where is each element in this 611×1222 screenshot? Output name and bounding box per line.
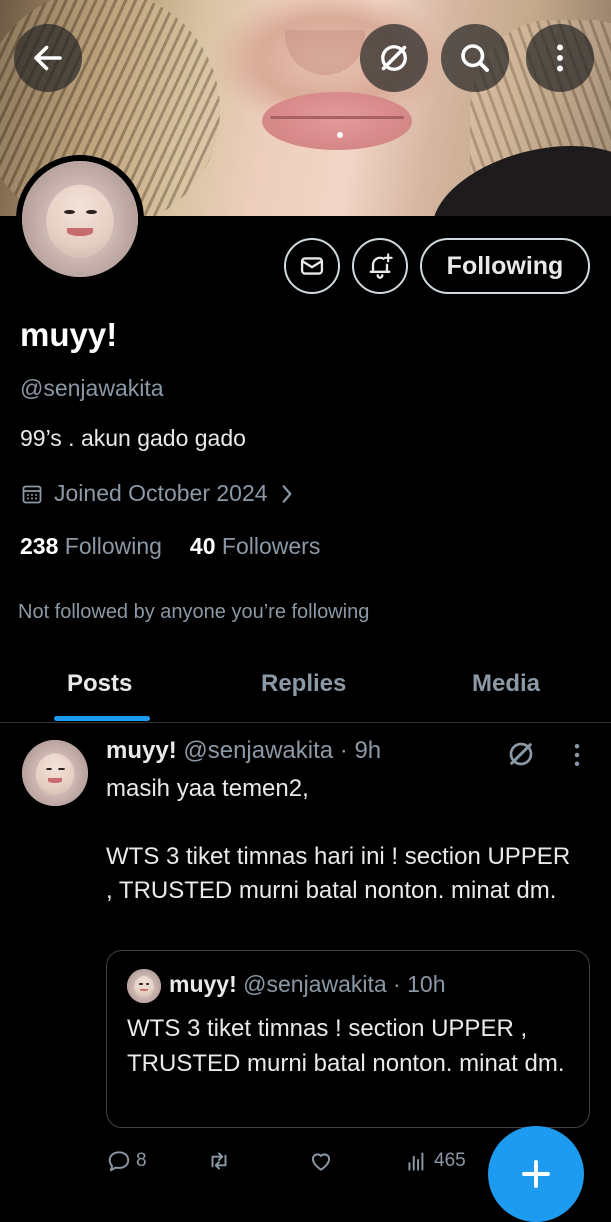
joined-date-text: Joined October 2024: [54, 480, 268, 506]
more-button[interactable]: [526, 24, 594, 92]
following-count: 238: [20, 533, 59, 559]
avatar-photo: [22, 740, 88, 806]
views-button[interactable]: 465: [404, 1148, 466, 1174]
bell-plus-icon: [369, 253, 393, 279]
follow-stats: 238 Following 40 Followers: [20, 533, 320, 560]
post-header: muyy! @senjawakita · 9h: [106, 737, 381, 765]
views-count: 465: [434, 1150, 466, 1171]
profile-tabs: Posts Replies Media: [0, 650, 611, 723]
following-stat[interactable]: 238 Following: [20, 533, 162, 560]
banner-lips: [262, 92, 412, 150]
like-button[interactable]: [308, 1148, 338, 1174]
quoted-post[interactable]: muyy! @senjawakita · 10h WTS 3 tiket tim…: [106, 950, 590, 1128]
post-author-avatar[interactable]: [22, 740, 88, 806]
search-icon: [461, 44, 489, 72]
avatar-photo: [127, 969, 161, 1003]
envelope-icon: [300, 257, 324, 275]
post-actions: 8 465: [106, 1148, 526, 1178]
banner-piercing: [337, 132, 343, 138]
more-vertical-icon: [557, 44, 563, 72]
profile-bio: 99’s . akun gado gado: [20, 425, 246, 451]
bar-chart-icon: [408, 1152, 424, 1171]
grok-button[interactable]: [360, 24, 428, 92]
active-tab-indicator: [54, 716, 150, 721]
repost-icon: [211, 1152, 227, 1170]
notifications-button[interactable]: [352, 238, 408, 294]
plus-icon: [522, 1160, 550, 1188]
more-vertical-icon[interactable]: [566, 740, 588, 770]
not-followed-note: Not followed by anyone you’re following: [18, 601, 370, 623]
followers-label: Followers: [221, 533, 321, 559]
profile-handle: @senjawakita: [20, 375, 164, 401]
display-name: muyy!: [20, 316, 118, 353]
quoted-post-meta: @senjawakita · 10h: [243, 971, 446, 997]
quoted-author-name: muyy!: [169, 971, 237, 997]
following-button[interactable]: Following: [420, 238, 590, 294]
joined-date-row[interactable]: Joined October 2024: [20, 480, 306, 507]
quoted-author-avatar: [127, 969, 161, 1003]
chevron-right-icon: [282, 484, 291, 503]
following-label: Following: [64, 533, 162, 559]
followers-stat[interactable]: 40 Followers: [190, 533, 320, 560]
repost-button[interactable]: [206, 1148, 236, 1174]
tab-posts[interactable]: Posts: [67, 670, 132, 698]
banner-nose: [285, 30, 365, 75]
profile-avatar[interactable]: [16, 155, 144, 283]
tab-replies[interactable]: Replies: [261, 670, 346, 698]
reply-bubble-icon: [108, 1151, 130, 1172]
reply-count: 8: [136, 1150, 147, 1171]
grok-slash-icon[interactable]: [505, 738, 537, 770]
post-meta: @senjawakita · 9h: [183, 737, 382, 764]
message-button[interactable]: [284, 238, 340, 294]
back-button[interactable]: [14, 24, 82, 92]
avatar-photo: [22, 161, 138, 277]
calendar-icon: [22, 485, 42, 503]
post-author-name[interactable]: muyy!: [106, 737, 177, 764]
heart-icon: [311, 1153, 331, 1171]
tab-media[interactable]: Media: [472, 670, 540, 698]
grok-slash-icon: [381, 45, 407, 71]
post-text: masih yaa temen2, WTS 3 tiket timnas har…: [106, 775, 571, 904]
arrow-left-icon: [34, 45, 62, 71]
followers-count: 40: [189, 533, 216, 559]
quoted-post-header: muyy! @senjawakita · 10h: [169, 971, 445, 998]
compose-button[interactable]: [488, 1126, 584, 1222]
search-button[interactable]: [441, 24, 509, 92]
quoted-post-text: WTS 3 tiket timnas ! section UPPER , TRU…: [127, 1015, 565, 1077]
reply-button[interactable]: 8: [106, 1148, 147, 1174]
